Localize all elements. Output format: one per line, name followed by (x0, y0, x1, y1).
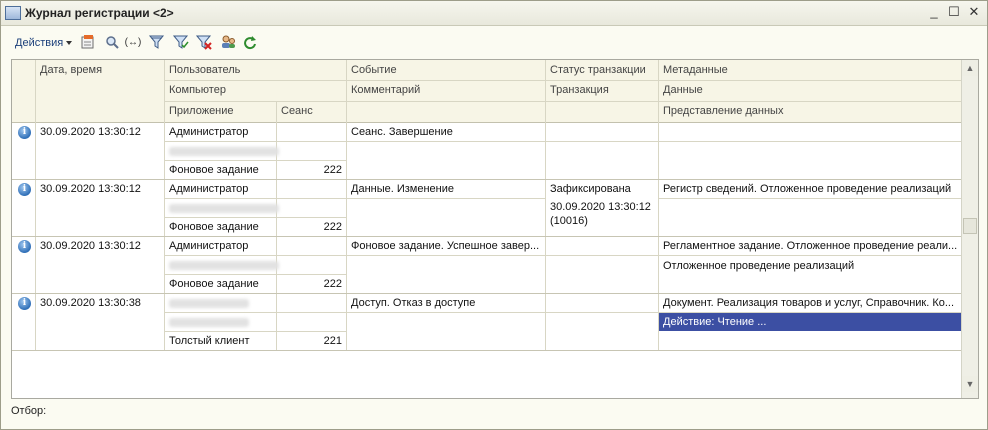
header-divider (165, 101, 962, 102)
cell-event: Фоновое задание. Успешное завер... (351, 240, 540, 252)
vertical-scrollbar[interactable]: ▲ ▼ (961, 60, 978, 398)
close-button[interactable]: ✕ (965, 4, 983, 20)
cell-datetime: 30.09.2020 13:30:12 (40, 183, 141, 195)
info-icon: i (18, 297, 31, 310)
event-log-table[interactable]: Дата, время Пользователь Компьютер Прило… (11, 59, 979, 399)
cell-datetime: 30.09.2020 13:30:12 (40, 126, 141, 138)
cell-event: Доступ. Отказ в доступе (351, 297, 476, 309)
cell-user: Администратор (169, 126, 249, 138)
cell-datetime: 30.09.2020 13:30:38 (40, 297, 141, 309)
info-icon: i (18, 240, 31, 253)
redacted-computer (169, 204, 279, 213)
redacted-computer (169, 261, 279, 270)
cell-session: 221 (323, 335, 342, 347)
cell-event: Данные. Изменение (351, 183, 455, 195)
subrow-line (347, 255, 962, 256)
col-divider (346, 60, 347, 350)
col-divider (658, 60, 659, 350)
cell-application: Толстый клиент (169, 335, 250, 347)
subrow-line (165, 217, 346, 218)
col-session[interactable]: Сеанс (277, 101, 313, 121)
filter-clear-icon[interactable] (196, 34, 212, 50)
properties-icon[interactable] (80, 34, 96, 50)
info-icon: i (18, 183, 31, 196)
row-separator (12, 236, 962, 237)
filter-set-icon[interactable] (173, 34, 189, 50)
redacted-user (169, 299, 249, 308)
navigate-icon[interactable]: (↔) (125, 34, 142, 50)
actions-menu[interactable]: Действия (15, 37, 73, 49)
cell-metadata: Регистр сведений. Отложенное проведение … (663, 183, 952, 195)
col-transaction[interactable]: Транзакция (546, 80, 609, 100)
col-event[interactable]: Событие (347, 60, 397, 80)
subrow-line (165, 255, 346, 256)
col-datetime[interactable]: Дата, время (36, 60, 102, 80)
find-icon[interactable] (104, 34, 120, 50)
title-bar: Журнал регистрации <2> _ ☐ ✕ (1, 1, 987, 26)
cell-session: 222 (323, 221, 342, 233)
selected-cell[interactable]: Действие: Чтение ... (659, 313, 961, 331)
subrow-line (165, 160, 346, 161)
cell-data: Действие: Чтение ... (663, 316, 767, 328)
scroll-down-button[interactable]: ▼ (962, 376, 978, 392)
scroll-thumb[interactable] (963, 218, 977, 234)
col-data-repr[interactable]: Представление данных (659, 101, 783, 121)
row-separator (12, 293, 962, 294)
row-separator (12, 179, 962, 180)
header-divider (165, 80, 962, 81)
table-header: Дата, время Пользователь Компьютер Прило… (12, 60, 962, 122)
minimize-button[interactable]: _ (925, 4, 943, 20)
header-bottom (12, 122, 962, 123)
col-comment[interactable]: Комментарий (347, 80, 420, 100)
redacted-computer (169, 318, 249, 327)
toolbar: Действия (↔) (1, 26, 987, 58)
cell-application: Фоновое задание (169, 164, 259, 176)
cell-session: 222 (323, 164, 342, 176)
redacted-computer (169, 147, 279, 156)
cell-user: Администратор (169, 183, 249, 195)
window-title: Журнал регистрации <2> (25, 6, 174, 20)
filter-label: Отбор: (11, 405, 47, 417)
col-metadata[interactable]: Метаданные (659, 60, 728, 80)
info-icon: i (18, 126, 31, 139)
event-log-window: Журнал регистрации <2> _ ☐ ✕ Действия (↔… (0, 0, 988, 430)
caret-down-icon (66, 41, 73, 46)
subrow-line (347, 198, 546, 199)
subrow-line (165, 331, 346, 332)
actions-label: Действия (15, 37, 64, 49)
cell-application: Фоновое задание (169, 221, 259, 233)
filter-icon[interactable] (149, 34, 165, 50)
subrow-line (659, 198, 962, 199)
subrow-line (165, 312, 346, 313)
cell-data: Отложенное проведение реализаций (663, 260, 855, 272)
col-data[interactable]: Данные (659, 80, 703, 100)
cell-metadata: Документ. Реализация товаров и услуг, Сп… (663, 297, 955, 309)
cell-tx-status: Зафиксирована (550, 183, 631, 195)
col-application[interactable]: Приложение (165, 101, 234, 121)
maximize-button[interactable]: ☐ (945, 4, 963, 20)
cell-metadata: Регламентное задание. Отложенное проведе… (663, 240, 958, 252)
col-divider (164, 60, 165, 350)
cell-event: Сеанс. Завершение (351, 126, 453, 138)
cell-datetime: 30.09.2020 13:30:12 (40, 240, 141, 252)
subrow-line (165, 274, 346, 275)
cell-transaction: 30.09.2020 13:30:12 (10016) (550, 201, 651, 227)
col-user[interactable]: Пользователь (165, 60, 240, 80)
refresh-icon[interactable] (242, 34, 258, 50)
subrow-line (347, 141, 962, 142)
cell-session: 222 (323, 278, 342, 290)
col-tx-status[interactable]: Статус транзакции (546, 60, 646, 80)
subrow-line (165, 141, 346, 142)
subrow-line (165, 198, 346, 199)
col-divider (545, 60, 546, 350)
users-icon[interactable] (220, 34, 236, 50)
cell-user: Администратор (169, 240, 249, 252)
window-icon (5, 6, 21, 20)
row-separator (12, 350, 962, 351)
col-computer[interactable]: Компьютер (165, 80, 226, 100)
col-divider (35, 60, 36, 350)
cell-application: Фоновое задание (169, 278, 259, 290)
scroll-up-button[interactable]: ▲ (962, 60, 978, 76)
